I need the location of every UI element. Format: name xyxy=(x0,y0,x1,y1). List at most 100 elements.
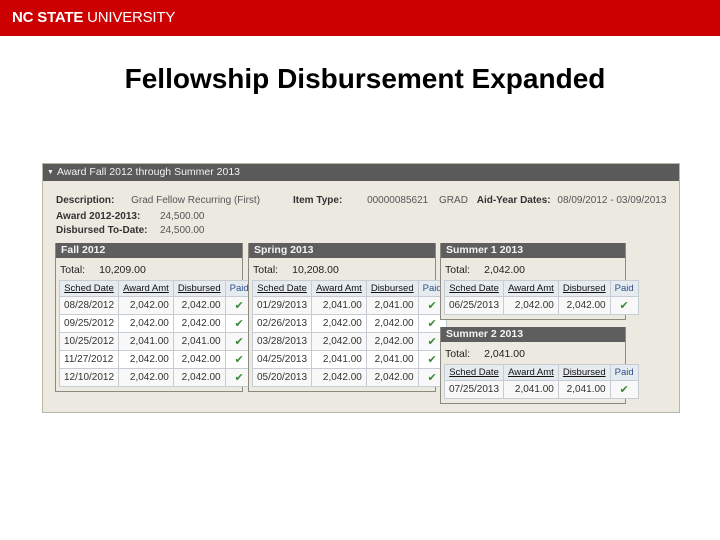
col-sched-date[interactable]: Sched Date xyxy=(58,280,120,297)
sched-date-cell: 07/25/2013 xyxy=(443,380,505,399)
award-amount-value: 24,500.00 xyxy=(160,211,205,222)
table-row: 06/25/2013 2,042.00 2,042.00 ✔ xyxy=(443,296,639,315)
disbursed-cell: 2,041.00 xyxy=(365,296,419,315)
paid-check-icon: ✔ xyxy=(609,380,639,399)
table-row: 02/26/2013 2,042.00 2,042.00 ✔ xyxy=(251,314,447,333)
sched-date-cell: 06/25/2013 xyxy=(443,296,505,315)
term-header: Fall 2012 xyxy=(56,243,242,258)
term-panel: Spring 2013 Total: 10,208.00 Sched Date Awar… xyxy=(248,243,447,392)
term-total-label: Total: xyxy=(445,348,471,360)
checkmark-icon: ✔ xyxy=(234,300,244,312)
aid-year-label: Aid-Year Dates: xyxy=(476,195,551,206)
col-award-amt[interactable]: Award Amt xyxy=(311,280,367,297)
sched-date-cell: 12/10/2012 xyxy=(58,368,120,387)
disbursed-cell: 2,042.00 xyxy=(365,332,419,351)
checkmark-icon: ✔ xyxy=(427,300,437,312)
award-amt-cell: 2,041.00 xyxy=(503,380,559,399)
checkmark-icon: ✔ xyxy=(234,372,244,384)
disbursed-to-date-value: 24,500.00 xyxy=(160,225,205,236)
term-total-value: 2,041.00 xyxy=(484,348,525,360)
col-paid: Paid xyxy=(609,364,639,381)
col-award-amt[interactable]: Award Amt xyxy=(503,364,559,381)
table-row: 05/20/2013 2,042.00 2,042.00 ✔ xyxy=(251,368,447,387)
term-header: Spring 2013 xyxy=(249,243,435,258)
university-logo: NC STATE UNIVERSITY xyxy=(12,9,175,26)
term-total-label: Total: xyxy=(445,264,471,276)
item-type-label: Item Type: xyxy=(293,195,343,206)
award-amount-row: Award 2012-2013: 24,500.00 xyxy=(56,211,205,222)
term-total-row: Total: 10,208.00 xyxy=(249,258,435,280)
term-panel: Summer 1 2013 Total: 2,042.00 Sched Date Awa… xyxy=(440,243,639,320)
table-row: 03/28/2013 2,042.00 2,042.00 ✔ xyxy=(251,332,447,351)
sched-date-cell: 05/20/2013 xyxy=(251,368,313,387)
disbursed-cell: 2,041.00 xyxy=(172,332,226,351)
table-row: 01/29/2013 2,041.00 2,041.00 ✔ xyxy=(251,296,447,315)
disbursed-cell: 2,042.00 xyxy=(365,314,419,333)
checkmark-icon: ✔ xyxy=(427,354,437,366)
table-row: 11/27/2012 2,042.00 2,042.00 ✔ xyxy=(58,350,254,369)
disbursed-to-date-row: Disbursed To-Date: 24,500.00 xyxy=(56,225,205,236)
col-disbursed[interactable]: Disbursed xyxy=(365,280,419,297)
disbursed-cell: 2,041.00 xyxy=(365,350,419,369)
disbursed-to-date-label: Disbursed To-Date: xyxy=(56,225,148,236)
award-panel-title: Award Fall 2012 through Summer 2013 xyxy=(56,166,241,178)
term-total-label: Total: xyxy=(60,264,86,276)
award-amt-cell: 2,041.00 xyxy=(311,350,367,369)
item-type-row: Item Type: 00000085621 GRAD Aid-Year Dat… xyxy=(293,195,666,206)
award-amt-cell: 2,042.00 xyxy=(311,314,367,333)
checkmark-icon: ✔ xyxy=(427,318,437,330)
disbursed-cell: 2,041.00 xyxy=(557,380,611,399)
table-row: 10/25/2012 2,041.00 2,041.00 ✔ xyxy=(58,332,254,351)
collapse-triangle-icon[interactable]: ▼ xyxy=(47,169,54,176)
checkmark-icon: ✔ xyxy=(234,336,244,348)
award-amt-cell: 2,042.00 xyxy=(118,314,174,333)
award-panel-header[interactable]: ▼ Award Fall 2012 through Summer 2013 xyxy=(43,164,679,181)
award-amount-label: Award 2012-2013: xyxy=(56,211,141,222)
award-amt-cell: 2,042.00 xyxy=(311,332,367,351)
logo-light-text: UNIVERSITY xyxy=(83,9,176,26)
award-amt-cell: 2,042.00 xyxy=(118,368,174,387)
award-amt-cell: 2,042.00 xyxy=(311,368,367,387)
table-row: 09/25/2012 2,042.00 2,042.00 ✔ xyxy=(58,314,254,333)
col-sched-date[interactable]: Sched Date xyxy=(443,280,505,297)
description-label: Description: xyxy=(56,195,115,206)
sched-date-cell: 01/29/2013 xyxy=(251,296,313,315)
logo-bold-text: NC STATE xyxy=(12,9,84,26)
checkmark-icon: ✔ xyxy=(234,318,244,330)
disbursed-cell: 2,042.00 xyxy=(172,368,226,387)
col-disbursed[interactable]: Disbursed xyxy=(557,280,611,297)
col-sched-date[interactable]: Sched Date xyxy=(443,364,505,381)
term-total-value: 2,042.00 xyxy=(484,264,525,276)
term-total-label: Total: xyxy=(253,264,279,276)
schedule-table: Sched Date Award Amt Disbursed Paid 08/28/20… xyxy=(58,280,254,387)
disbursed-cell: 2,042.00 xyxy=(557,296,611,315)
schedule-table: Sched Date Award Amt Disbursed Paid 06/25/20… xyxy=(443,280,639,315)
term-total-row: Total: 2,042.00 xyxy=(441,258,625,280)
brand-header-bar: NC STATE UNIVERSITY xyxy=(0,0,720,36)
col-sched-date[interactable]: Sched Date xyxy=(251,280,313,297)
sched-date-cell: 04/25/2013 xyxy=(251,350,313,369)
checkmark-icon: ✔ xyxy=(427,372,437,384)
col-award-amt[interactable]: Award Amt xyxy=(118,280,174,297)
paid-check-icon: ✔ xyxy=(609,296,639,315)
checkmark-icon: ✔ xyxy=(619,300,629,312)
disbursed-cell: 2,042.00 xyxy=(172,350,226,369)
term-total-value: 10,208.00 xyxy=(292,264,339,276)
term-total-row: Total: 10,209.00 xyxy=(56,258,242,280)
award-amt-cell: 2,041.00 xyxy=(311,296,367,315)
table-row: 04/25/2013 2,041.00 2,041.00 ✔ xyxy=(251,350,447,369)
slide-title: Fellowship Disbursement Expanded xyxy=(124,63,606,94)
item-type-code: GRAD xyxy=(439,195,468,206)
table-row: 12/10/2012 2,042.00 2,042.00 ✔ xyxy=(58,368,254,387)
checkmark-icon: ✔ xyxy=(427,336,437,348)
col-disbursed[interactable]: Disbursed xyxy=(172,280,226,297)
disbursed-cell: 2,042.00 xyxy=(172,314,226,333)
award-panel: ▼ Award Fall 2012 through Summer 2013 Des… xyxy=(42,163,680,413)
item-type-value: 00000085621 xyxy=(367,195,429,206)
col-award-amt[interactable]: Award Amt xyxy=(503,280,559,297)
schedule-table: Sched Date Award Amt Disbursed Paid 01/29/20… xyxy=(251,280,447,387)
sched-date-cell: 03/28/2013 xyxy=(251,332,313,351)
col-disbursed[interactable]: Disbursed xyxy=(557,364,611,381)
term-panel: Fall 2012 Total: 10,209.00 Sched Date Award … xyxy=(55,243,254,392)
description-value: Grad Fellow Recurring (First) xyxy=(131,195,261,206)
